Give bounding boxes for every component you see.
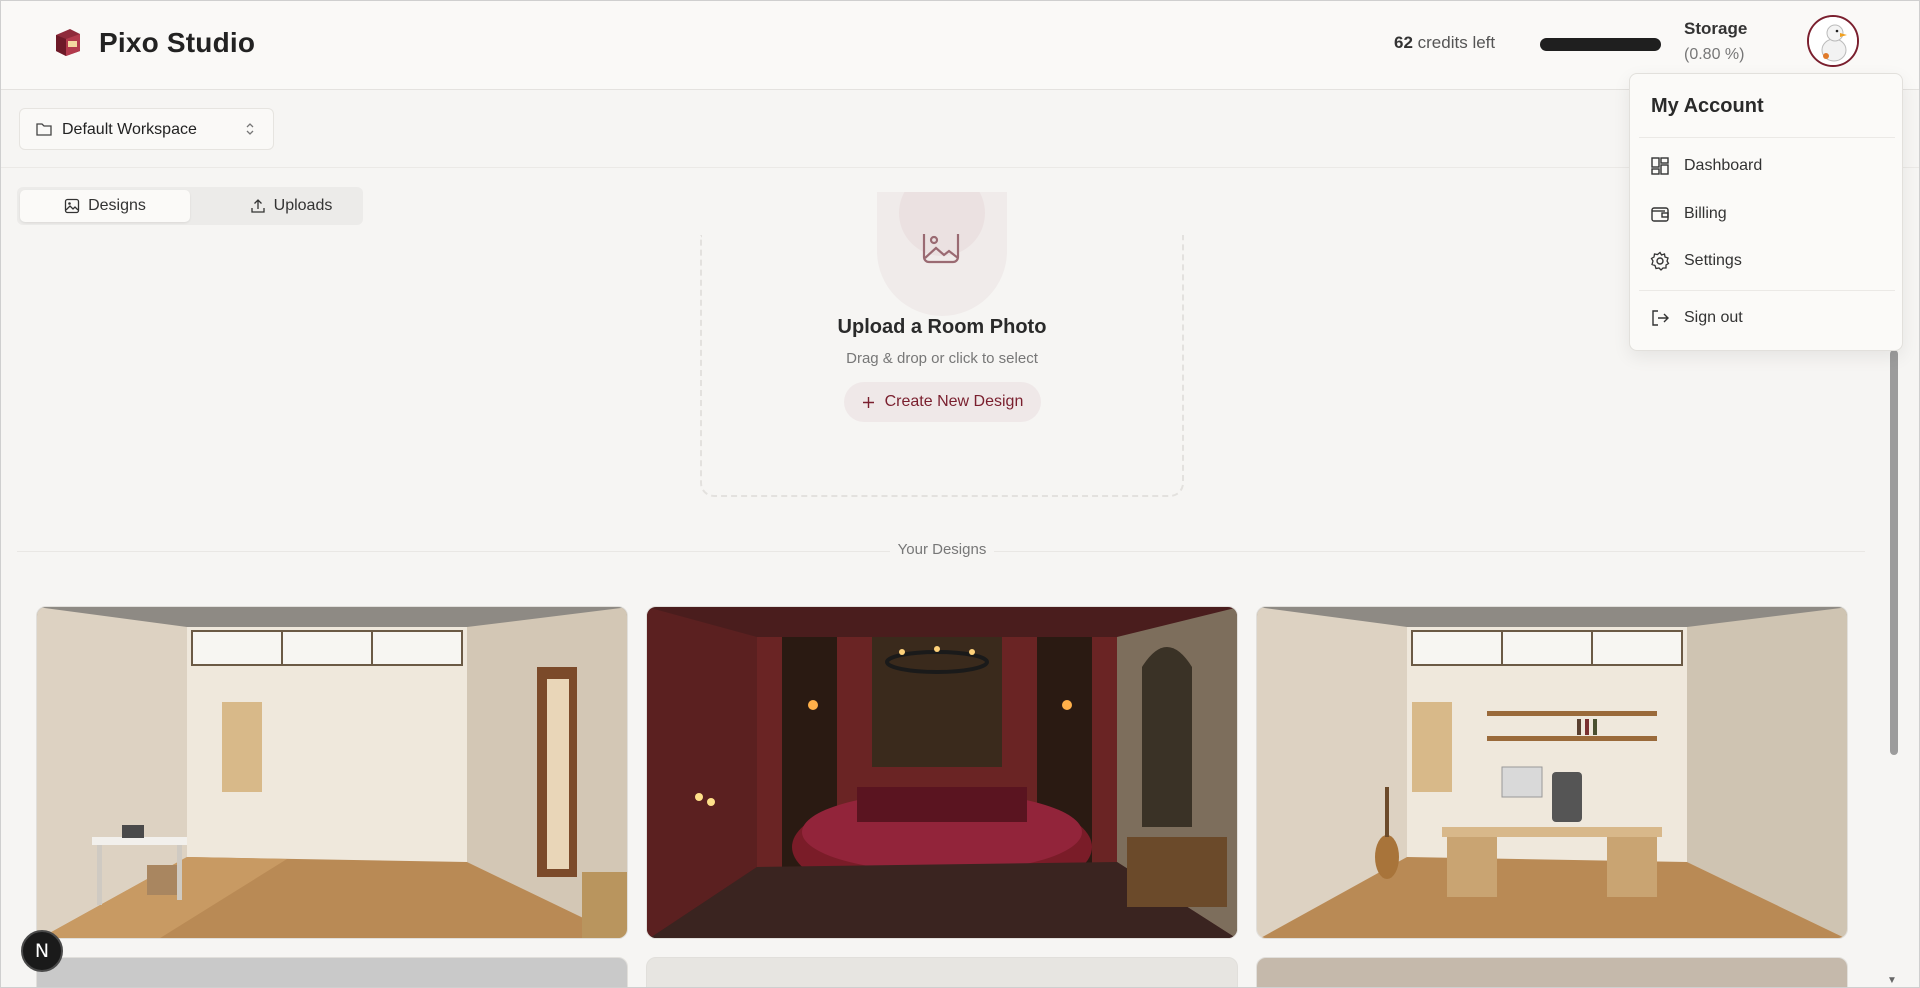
- menu-item-label: Sign out: [1684, 309, 1743, 326]
- menu-item-label: Settings: [1684, 252, 1742, 269]
- design-card[interactable]: [1256, 606, 1848, 939]
- scroll-down-arrow-icon[interactable]: ▼: [1887, 975, 1897, 986]
- menu-item-label: Billing: [1684, 205, 1727, 222]
- image-plus-icon: [922, 234, 960, 264]
- design-card[interactable]: [646, 957, 1238, 988]
- design-card[interactable]: [36, 606, 628, 939]
- menu-item-sign-out[interactable]: Sign out: [1650, 303, 1743, 333]
- menu-separator: [1639, 290, 1895, 291]
- wallet-icon: [1651, 207, 1669, 222]
- upload-icon: [250, 199, 265, 213]
- upload-title: Upload a Room Photo: [837, 316, 1047, 338]
- workspace-label: Default Workspace: [62, 121, 197, 138]
- design-card[interactable]: [36, 957, 628, 988]
- logout-icon: [1652, 310, 1669, 326]
- credits-suffix: credits left: [1412, 33, 1496, 52]
- upload-subtitle: Drag & drop or click to select: [846, 350, 1038, 367]
- credits-count: 62: [1394, 33, 1413, 52]
- tab-label: Uploads: [273, 197, 333, 214]
- plus-icon: [862, 396, 874, 408]
- dev-tools-badge[interactable]: N: [21, 930, 63, 972]
- account-menu: My Account Dashboard Billing Settings Si…: [1629, 73, 1903, 351]
- menu-item-label: Dashboard: [1684, 157, 1763, 174]
- design-thumbnail: [37, 607, 627, 938]
- user-avatar[interactable]: [1807, 15, 1859, 67]
- design-thumbnail: [647, 607, 1237, 938]
- dashboard-icon: [1651, 157, 1669, 175]
- menu-separator: [1639, 137, 1895, 138]
- folder-icon: [36, 122, 52, 141]
- upload-icon-circle: [877, 192, 1007, 316]
- create-new-design-button[interactable]: Create New Design: [844, 382, 1041, 422]
- workspace-select[interactable]: Default Workspace: [19, 108, 274, 150]
- design-card[interactable]: [646, 606, 1238, 939]
- design-card[interactable]: [1256, 957, 1848, 988]
- tab-designs[interactable]: Designs: [20, 190, 190, 222]
- menu-title: My Account: [1651, 95, 1764, 117]
- gear-icon: [1650, 251, 1670, 271]
- create-button-label: Create New Design: [884, 393, 1024, 410]
- image-icon: [64, 198, 80, 214]
- designs-heading: Your Designs: [890, 541, 994, 558]
- scrollbar-thumb[interactable]: [1890, 350, 1898, 755]
- brand-name[interactable]: Pixo Studio: [99, 27, 255, 59]
- tab-label: Designs: [88, 197, 146, 214]
- design-thumbnail: [1257, 607, 1847, 938]
- menu-item-billing[interactable]: Billing: [1650, 199, 1727, 229]
- tab-uploads[interactable]: Uploads: [206, 190, 376, 222]
- storage-label: Storage: [1684, 19, 1748, 38]
- view-tabs: Designs Uploads: [17, 187, 363, 225]
- menu-item-dashboard[interactable]: Dashboard: [1650, 151, 1762, 181]
- storage-percent: (0.80 %): [1684, 46, 1745, 63]
- chevron-updown-icon: [245, 121, 255, 142]
- storage-bar: [1540, 38, 1661, 51]
- credits-counter: 62 credits left: [1394, 33, 1495, 53]
- pixo-logo-icon[interactable]: [50, 25, 84, 59]
- menu-item-settings[interactable]: Settings: [1650, 246, 1742, 276]
